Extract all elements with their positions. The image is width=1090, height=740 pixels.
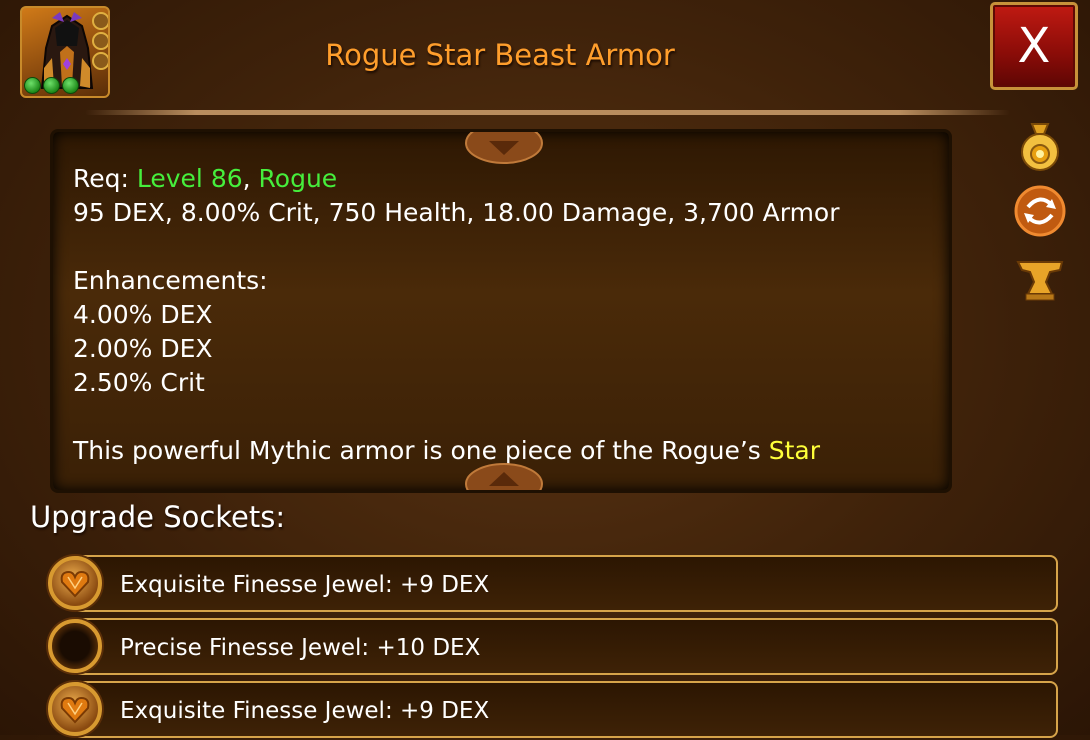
- flavor-text-main: This powerful Mythic armor is one piece …: [73, 436, 769, 465]
- description-text: Req: Level 86, Rogue 95 DEX, 8.00% Crit,…: [73, 162, 933, 468]
- anvil-graphic: [1016, 261, 1064, 301]
- gem-indicators: [24, 77, 79, 94]
- socket-label: Exquisite Finesse Jewel: +9 DEX: [120, 698, 490, 724]
- socket-row[interactable]: Precise Finesse Jewel: +10 DEX: [72, 618, 1058, 675]
- close-button[interactable]: X: [990, 2, 1078, 90]
- req-class: Rogue: [258, 164, 338, 193]
- enhancements-heading: Enhancements:: [73, 266, 268, 295]
- enhancement-item: 4.00% DEX: [73, 300, 213, 329]
- scroll-down-button[interactable]: [465, 132, 543, 165]
- heart-jewel-graphic: [60, 696, 90, 724]
- socket-row[interactable]: Exquisite Finesse Jewel: +9 DEX: [72, 555, 1058, 612]
- req-prefix: Req:: [73, 164, 137, 193]
- green-gem-icon: [43, 77, 60, 94]
- gold-bag-graphic: [1021, 123, 1059, 171]
- round-jewel-icon[interactable]: [48, 619, 102, 673]
- item-title: Rogue Star Beast Armor: [325, 38, 675, 72]
- heart-jewel-graphic: [60, 570, 90, 598]
- flavor-highlight: Star: [768, 436, 821, 465]
- swap-icon[interactable]: [1012, 183, 1068, 239]
- sockets-heading: Upgrade Sockets:: [30, 500, 286, 534]
- socket-label: Exquisite Finesse Jewel: +9 DEX: [120, 572, 490, 598]
- divider: [85, 110, 1010, 115]
- description-panel[interactable]: Req: Level 86, Rogue 95 DEX, 8.00% Crit,…: [50, 129, 952, 493]
- requirements-line: Req: Level 86, Rogue: [73, 162, 933, 196]
- socket-label: Precise Finesse Jewel: +10 DEX: [120, 635, 481, 661]
- req-separator: ,: [242, 164, 259, 193]
- scroll-up-button[interactable]: [465, 460, 543, 490]
- heart-jewel-icon[interactable]: [48, 682, 102, 736]
- swap-graphic: [1014, 185, 1066, 237]
- chevron-up-icon: [465, 463, 543, 490]
- anvil-icon[interactable]: [1012, 248, 1068, 304]
- heart-jewel-icon[interactable]: [48, 556, 102, 610]
- chevron-down-icon: [465, 132, 543, 164]
- green-gem-icon: [62, 77, 79, 94]
- enhancement-item: 2.50% Crit: [73, 368, 205, 397]
- req-level: Level 86: [136, 164, 243, 193]
- stats-line: 95 DEX, 8.00% Crit, 750 Health, 18.00 Da…: [73, 198, 840, 227]
- gold-bag-icon[interactable]: [1012, 118, 1068, 174]
- socket-ring-icon: [92, 12, 108, 30]
- green-gem-icon: [24, 77, 41, 94]
- socket-row[interactable]: Exquisite Finesse Jewel: +9 DEX: [72, 681, 1058, 738]
- enhancement-item: 2.00% DEX: [73, 334, 213, 363]
